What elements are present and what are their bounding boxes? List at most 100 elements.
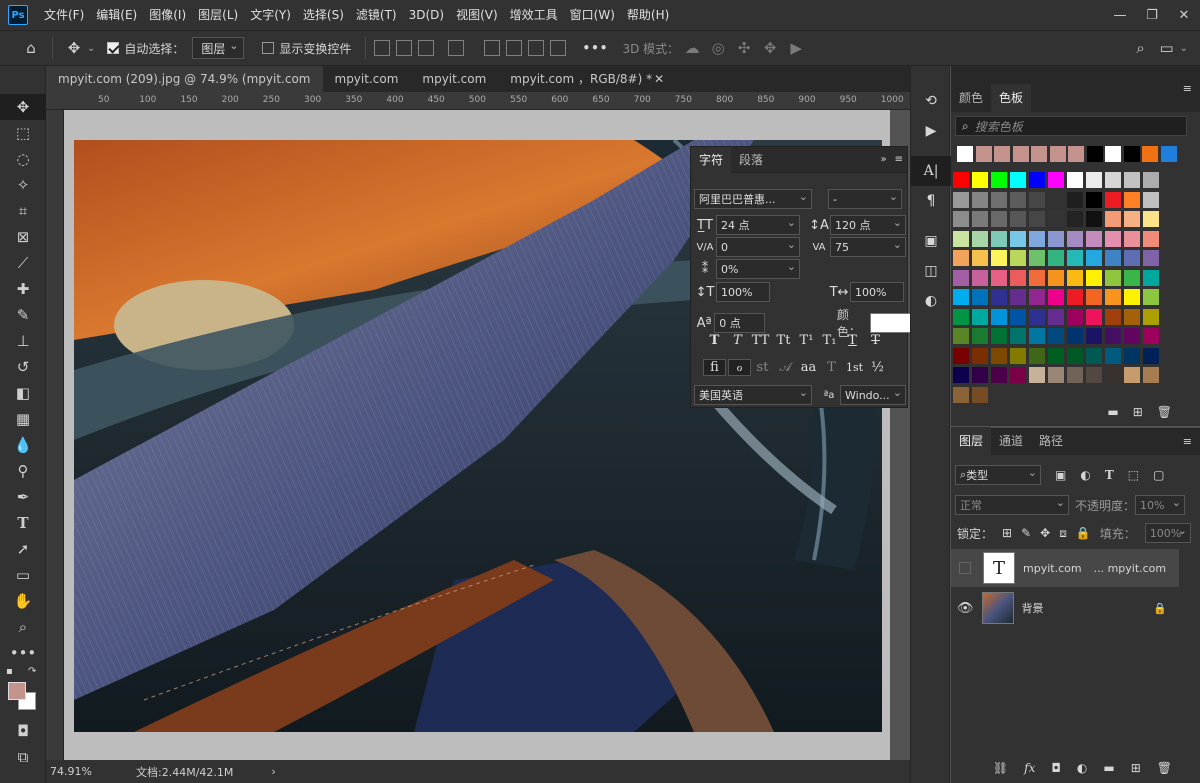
swatch[interactable] xyxy=(1086,269,1102,286)
auto-select-dropdown[interactable]: 图层 xyxy=(192,37,245,59)
swatch[interactable] xyxy=(1124,191,1140,208)
hand-tool-icon[interactable]: ✋ xyxy=(0,588,46,614)
swatch[interactable] xyxy=(953,191,969,208)
swatch[interactable] xyxy=(953,367,969,383)
move-tool-icon[interactable]: ✥ xyxy=(0,94,46,120)
swatch[interactable] xyxy=(1143,250,1159,266)
swatch[interactable] xyxy=(1048,172,1064,188)
brush-tool-icon[interactable]: ✎ xyxy=(0,302,46,328)
filter-adjust-icon[interactable]: ◐ xyxy=(1080,468,1090,482)
recent-swatch[interactable] xyxy=(1123,146,1140,162)
swatch[interactable] xyxy=(1105,347,1121,364)
status-menu-arrow[interactable]: › xyxy=(271,765,275,778)
dodge-tool-icon[interactable]: ⚲ xyxy=(0,458,46,484)
small-caps-button[interactable]: Tt xyxy=(772,333,795,348)
swatch[interactable] xyxy=(972,172,988,188)
properties-panel-icon[interactable]: ◫ xyxy=(911,256,951,286)
layer-row-background[interactable]: 👁 背景 🔒 xyxy=(951,589,1179,627)
swatch[interactable] xyxy=(1029,367,1045,383)
adjustment-layer-icon[interactable]: ◐ xyxy=(1077,761,1087,775)
default-colors-icon[interactable]: ▪ xyxy=(6,666,13,677)
swatch[interactable] xyxy=(1029,308,1045,325)
align-left-icon[interactable] xyxy=(374,40,391,56)
swatch[interactable] xyxy=(1010,308,1026,325)
swatch[interactable] xyxy=(1048,328,1064,344)
swatch[interactable] xyxy=(1067,191,1083,208)
ordinals-button[interactable]: 1st xyxy=(843,361,866,374)
all-caps-button[interactable]: TT xyxy=(749,333,772,348)
lock-all-icon[interactable]: 🔒 xyxy=(1076,526,1091,540)
swatch[interactable] xyxy=(1105,308,1121,325)
swatch[interactable] xyxy=(953,230,969,247)
swatch[interactable] xyxy=(1067,367,1083,383)
swatch[interactable] xyxy=(1029,230,1045,247)
swatch[interactable] xyxy=(1029,269,1045,286)
recent-swatch[interactable] xyxy=(1086,146,1103,162)
tab-layers[interactable]: 图层 xyxy=(951,427,992,455)
align-right-icon[interactable] xyxy=(418,40,435,56)
filter-type-icon[interactable]: T xyxy=(1105,468,1114,482)
ligatures-button[interactable]: fi xyxy=(703,359,726,376)
filter-smart-icon[interactable]: ▢ xyxy=(1153,468,1164,482)
swatch-search[interactable]: ⌕ 搜索色板 xyxy=(955,116,1187,136)
character-panel-icon[interactable]: A| xyxy=(911,156,951,186)
3d-orbit-icon[interactable]: ☁ xyxy=(679,35,705,61)
swatch[interactable] xyxy=(1124,230,1140,247)
edit-toolbar-icon[interactable]: ••• xyxy=(0,640,46,666)
lock-pixels-icon[interactable]: ✎ xyxy=(1021,526,1031,540)
swatch[interactable] xyxy=(972,211,988,227)
swatch[interactable] xyxy=(1086,250,1102,266)
tab-document-1[interactable]: mpyit.com (209).jpg @ 74.9% (mpyit.com xyxy=(46,66,323,92)
tab-swatches[interactable]: 色板 xyxy=(991,84,1032,112)
swatch[interactable] xyxy=(1067,211,1083,227)
actions-panel-icon[interactable]: ▶ xyxy=(911,116,951,146)
zoom-tool-icon[interactable]: ⌕ xyxy=(0,614,46,640)
swatch[interactable] xyxy=(1067,289,1083,305)
stamp-tool-icon[interactable]: ⊥ xyxy=(0,328,46,354)
menu-item[interactable]: 文字(Y) xyxy=(244,0,297,30)
swatch[interactable] xyxy=(1067,250,1083,266)
swatch[interactable] xyxy=(1124,367,1140,383)
swatch[interactable] xyxy=(1010,289,1026,305)
swatch[interactable] xyxy=(1086,308,1102,325)
swatch[interactable] xyxy=(991,289,1007,305)
swatch[interactable] xyxy=(953,347,969,364)
menu-item[interactable]: 文件(F) xyxy=(38,0,90,30)
swatch[interactable] xyxy=(972,367,988,383)
magic-wand-icon[interactable]: ✧ xyxy=(0,172,46,198)
swatch[interactable] xyxy=(1105,367,1121,383)
foreground-color[interactable] xyxy=(8,682,26,700)
swatch[interactable] xyxy=(991,269,1007,286)
panel-menu-icon[interactable]: ≡ xyxy=(1183,435,1192,448)
swatch[interactable] xyxy=(1086,347,1102,364)
zoom-level[interactable]: 74.91% xyxy=(50,765,130,778)
fractions-button[interactable]: ½ xyxy=(866,360,889,375)
swatch[interactable] xyxy=(1029,211,1045,227)
swatch[interactable] xyxy=(972,230,988,247)
font-size-field[interactable]: 24 点 xyxy=(716,215,800,235)
adjustments-panel-icon[interactable]: ◐ xyxy=(911,286,951,316)
swatch[interactable] xyxy=(1067,347,1083,364)
home-icon[interactable]: ⌂ xyxy=(18,35,44,61)
tab-character[interactable]: 字符 xyxy=(691,146,732,173)
blend-mode-select[interactable]: 正常 xyxy=(955,495,1069,515)
auto-select-checkbox[interactable] xyxy=(107,42,120,54)
delete-icon[interactable]: 🗑 xyxy=(1157,405,1172,419)
font-family-select[interactable]: 阿里巴巴普惠... xyxy=(694,189,812,209)
swatch[interactable] xyxy=(1124,308,1140,325)
chevron-down-icon[interactable]: ⌄ xyxy=(87,43,95,54)
eraser-icon[interactable]: ◧ xyxy=(0,380,46,406)
swatch[interactable] xyxy=(1029,172,1045,188)
tab-document-2[interactable]: mpyit.com xyxy=(323,66,411,92)
align-bottom-icon[interactable] xyxy=(528,40,545,56)
align-hcenter-icon[interactable] xyxy=(396,40,413,56)
swatch[interactable] xyxy=(1143,367,1159,383)
panel-menu-icon[interactable]: ≡ xyxy=(1183,82,1192,95)
swatch[interactable] xyxy=(991,347,1007,364)
lock-artboard-icon[interactable]: ⧈ xyxy=(1059,526,1067,541)
more-options-button[interactable]: ••• xyxy=(582,41,608,55)
swatch[interactable] xyxy=(1143,328,1159,344)
rectangle-tool-icon[interactable]: ▭ xyxy=(0,562,46,588)
anti-alias-select[interactable]: Windo... xyxy=(840,385,906,405)
swatch[interactable] xyxy=(991,250,1007,266)
